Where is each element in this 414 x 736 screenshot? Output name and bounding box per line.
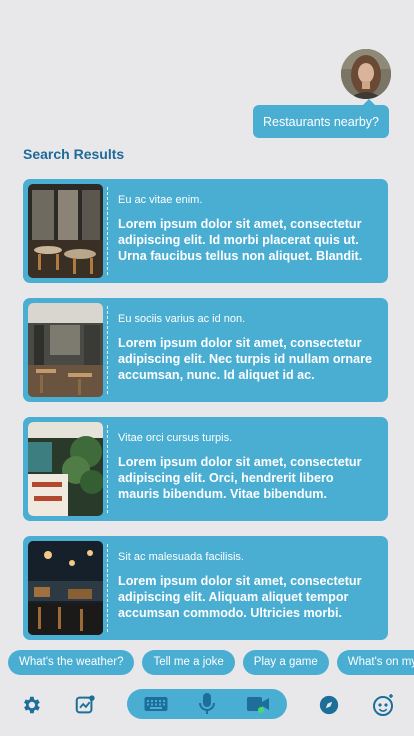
suggestion-chips: What's the weather? Tell me a joke Play a … xyxy=(8,650,414,676)
restaurant-photo xyxy=(28,422,103,516)
result-subtitle: Eu ac vitae enim. xyxy=(118,194,203,206)
input-mode-group xyxy=(127,689,287,719)
chart-icon[interactable] xyxy=(72,692,98,718)
card-divider xyxy=(107,306,108,394)
suggestion-chip-joke[interactable]: Tell me a joke xyxy=(142,650,235,675)
bottom-toolbar xyxy=(0,688,414,722)
restaurant-photo xyxy=(28,184,103,278)
restaurant-photo xyxy=(28,303,103,397)
result-body: Lorem ipsum dolor sit amet, consectetur … xyxy=(118,217,363,263)
keyboard-icon[interactable] xyxy=(143,691,169,717)
card-divider xyxy=(107,187,108,275)
result-body: Lorem ipsum dolor sit amet, consectetur … xyxy=(118,574,362,620)
restaurant-photo xyxy=(28,541,103,635)
microphone-icon[interactable] xyxy=(194,691,220,717)
result-body: Lorem ipsum dolor sit amet, consectetur … xyxy=(118,455,362,501)
compass-icon[interactable] xyxy=(316,692,342,718)
video-icon[interactable] xyxy=(245,691,271,717)
suggestion-chip-more[interactable]: What's on my xyxy=(336,650,414,675)
result-card[interactable]: Sit ac malesuada facilisis. Lorem ipsum … xyxy=(23,536,388,640)
user-message-text: Restaurants nearby? xyxy=(262,114,380,129)
suggestion-chip-weather[interactable]: What's the weather? xyxy=(8,650,135,675)
card-divider xyxy=(107,544,108,632)
user-message-bubble: Restaurants nearby? xyxy=(253,99,389,138)
search-results-title: Search Results xyxy=(23,146,125,162)
result-card[interactable]: Eu ac vitae enim. Lorem ipsum dolor sit … xyxy=(23,179,388,283)
results-list: Eu ac vitae enim. Lorem ipsum dolor sit … xyxy=(23,179,388,655)
result-subtitle: Vitae orci cursus turpis. xyxy=(118,432,233,444)
gear-icon[interactable] xyxy=(18,692,44,718)
result-card[interactable]: Vitae orci cursus turpis. Lorem ipsum do… xyxy=(23,417,388,521)
bot-face-icon[interactable] xyxy=(370,692,396,718)
result-subtitle: Eu sociis varius ac id non. xyxy=(118,313,246,325)
user-avatar xyxy=(341,49,391,99)
result-body: Lorem ipsum dolor sit amet, consectetur … xyxy=(118,336,373,382)
card-divider xyxy=(107,425,108,513)
result-card[interactable]: Eu sociis varius ac id non. Lorem ipsum … xyxy=(23,298,388,402)
suggestion-chip-game[interactable]: Play a game xyxy=(242,650,329,675)
result-subtitle: Sit ac malesuada facilisis. xyxy=(118,551,244,563)
